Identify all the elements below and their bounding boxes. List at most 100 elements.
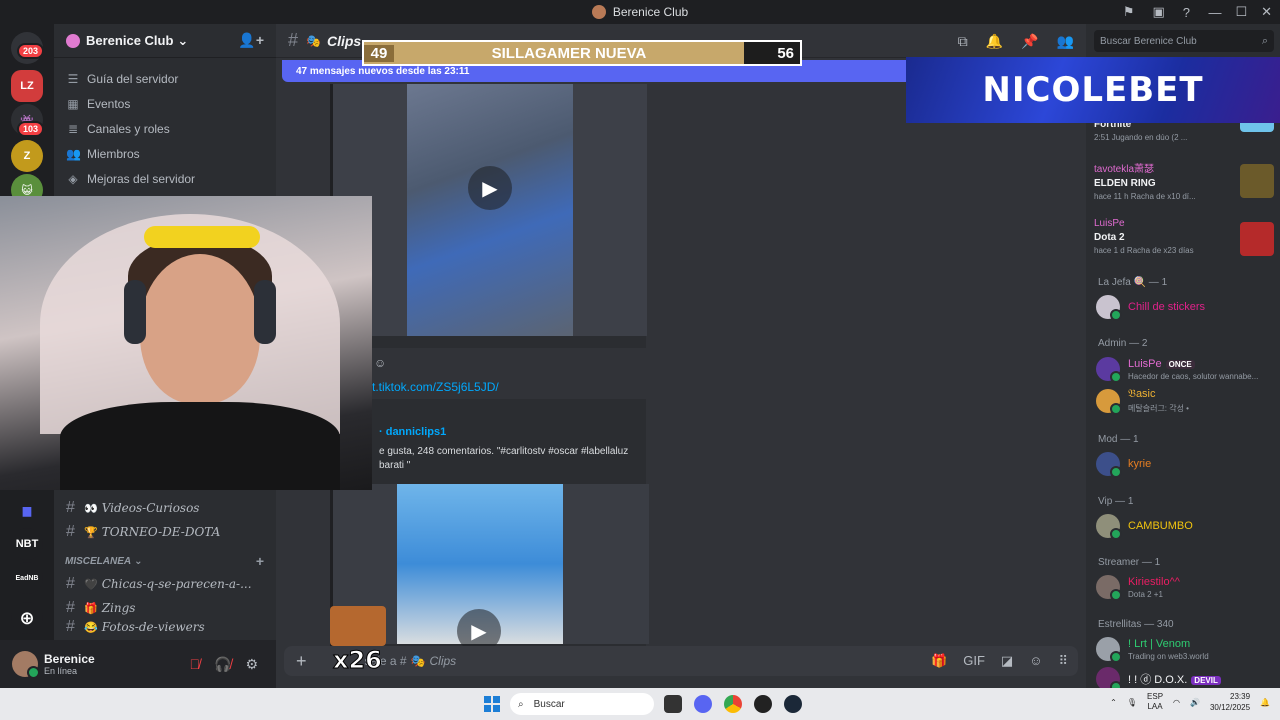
- taskbar: ⌕ Buscar ⌃ 🎙 ESP LAA ◠ 🔊 23:39 30/12/202…: [0, 688, 1280, 720]
- member-item[interactable]: Kiriestilo^^ Dota 2 +1: [1096, 572, 1274, 602]
- search-placeholder: Buscar Berenice Club: [1100, 35, 1197, 47]
- guild-nbt[interactable]: NBT: [11, 528, 43, 560]
- upload-icon[interactable]: +: [296, 651, 307, 672]
- server-header[interactable]: Berenice Club ⌄ 👤+: [54, 24, 276, 58]
- menu-boosts[interactable]: ◈ Mejoras del servidor: [54, 166, 276, 191]
- member-list-icon[interactable]: 👥: [1057, 33, 1074, 50]
- menu-members[interactable]: 👥 Miembros: [54, 141, 276, 166]
- member-status: 메탈슬러그: 각성 •: [1128, 404, 1189, 413]
- folder-icon[interactable]: ▆: [11, 494, 43, 526]
- tiktok-link[interactable]: t.tiktok.com/ZS5j6L5JD/: [372, 380, 499, 394]
- channel-name: Chicas-q-se-parecen-a-...: [101, 577, 252, 591]
- menu-events[interactable]: ▦ Eventos: [54, 91, 276, 116]
- video-blur-right: [573, 84, 647, 336]
- channel-chicas[interactable]: # 🖤 Chicas-q-se-parecen-a-...: [54, 572, 276, 596]
- embed-author[interactable]: · danniclips1: [379, 426, 446, 438]
- hash-icon: #: [66, 575, 75, 592]
- member-item[interactable]: CAMBUMBO: [1096, 511, 1274, 541]
- obs-app-icon[interactable]: [754, 695, 772, 713]
- channel-emoji: 😂: [84, 620, 98, 634]
- play-icon[interactable]: ▶: [468, 166, 512, 210]
- webcam-person-face: [140, 254, 260, 404]
- volume-icon[interactable]: 🔊: [1190, 698, 1200, 707]
- chevron-up-icon[interactable]: ⌃: [1110, 698, 1117, 707]
- channel-fotos-de-viewers[interactable]: # 😂 Fotos-de-viewers: [54, 620, 276, 634]
- avatar: [1096, 452, 1122, 478]
- channel-emoji: 🏆: [84, 525, 98, 539]
- headphones-icon: [254, 280, 276, 344]
- guild-icon[interactable]: LZ: [11, 70, 43, 102]
- member-name: Chill de stickers: [1128, 301, 1206, 313]
- chrome-app-icon[interactable]: [724, 695, 742, 713]
- wifi-icon[interactable]: ◠: [1173, 698, 1180, 707]
- embed-description: e gusta, 248 comentarios. "#carlitostv #…: [379, 446, 629, 471]
- add-channel-icon[interactable]: +: [256, 553, 264, 569]
- gear-icon[interactable]: ⚙: [245, 656, 258, 673]
- activity-card[interactable]: LuisPe Dota 2 hace 1 d Racha de x23 días: [1094, 218, 1274, 270]
- emoji-reaction-icon[interactable]: ☺: [374, 356, 386, 370]
- category-miscelanea[interactable]: MISCELANEA ⌄ +: [54, 550, 276, 572]
- maximize-button[interactable]: ☐: [1235, 4, 1247, 20]
- server-icon: [66, 33, 80, 48]
- member-item[interactable]: 𝔅asic 메탈슬러그: 각성 •: [1096, 386, 1274, 416]
- channel-name: Fotos-de-viewers: [101, 620, 205, 634]
- clock[interactable]: 23:39 30/12/2025: [1210, 691, 1250, 713]
- unread-badge: 103: [17, 121, 45, 137]
- activity-card[interactable]: tavotekla萧瑟 ELDEN RING hace 11 h Racha d…: [1094, 160, 1274, 212]
- channel-videos-curiosos[interactable]: # 👀 Videos-Curiosos: [54, 496, 276, 520]
- discord-app-icon[interactable]: [694, 695, 712, 713]
- emoji-icon[interactable]: ☺: [1029, 653, 1042, 669]
- screen-icon[interactable]: ▣: [1152, 4, 1164, 20]
- threads-icon[interactable]: ⧉: [958, 33, 968, 50]
- apps-icon[interactable]: ⠿: [1058, 653, 1068, 669]
- chat-area: # 🎭 Clips ⧉ 🔔 📌 👥 47 mensajes nuevos des…: [276, 24, 1086, 688]
- member-item[interactable]: LuisPe ONCE Hacedor de caos, solutor wann…: [1096, 354, 1274, 384]
- member-item[interactable]: ! ! ⓓ D.O.X. DEVIL: [1096, 664, 1274, 688]
- guild-icon[interactable]: Z: [11, 140, 43, 172]
- hash-icon: #: [66, 499, 75, 516]
- server-name: Berenice Club: [86, 33, 174, 48]
- language-indicator[interactable]: ESP LAA: [1147, 692, 1163, 712]
- avatar[interactable]: [12, 651, 40, 679]
- bell-icon[interactable]: 🔔: [986, 33, 1003, 50]
- pin-icon[interactable]: 📌: [1021, 33, 1038, 50]
- close-button[interactable]: ✕: [1261, 4, 1272, 20]
- member-item[interactable]: kyrie: [1096, 449, 1274, 479]
- inbox-icon[interactable]: ⚑: [1123, 4, 1135, 20]
- game-thumbnail: [1240, 164, 1274, 198]
- hash-icon: #: [66, 620, 75, 634]
- gif-icon[interactable]: GIF: [963, 653, 985, 669]
- help-icon[interactable]: ?: [1183, 5, 1190, 20]
- gift-icon[interactable]: 🎁: [931, 653, 947, 669]
- minimize-button[interactable]: —: [1208, 5, 1221, 20]
- role-group-title: Streamer — 1: [1098, 557, 1161, 568]
- guild-eadnb[interactable]: EadNB: [11, 562, 43, 594]
- channel-torneo-de-dota[interactable]: # 🏆 TORNEO-DE-DOTA: [54, 520, 276, 544]
- member-item[interactable]: ! Lrt | Venom Trading on web3.world: [1096, 634, 1274, 664]
- menu-server-guide[interactable]: ☰ Guía del servidor: [54, 66, 276, 91]
- sticker-icon[interactable]: ◪: [1001, 653, 1013, 669]
- user-panel: Berenice En línea 🎙̸ 🎧̸ ⚙: [0, 640, 276, 688]
- add-server-icon[interactable]: ⊕: [11, 602, 43, 634]
- avatar: [1096, 514, 1122, 540]
- message-composer[interactable]: + saje a # 🎭 Clips 🎁 GIF ◪ ☺ ⠿: [284, 646, 1078, 676]
- mic-muted-icon[interactable]: 🎙̸: [190, 656, 201, 673]
- category-label: MISCELANEA: [65, 555, 132, 567]
- taskbar-search-label: Buscar: [533, 698, 565, 710]
- taskbar-search[interactable]: ⌕ Buscar: [510, 693, 654, 715]
- video-thumbnail[interactable]: [407, 84, 573, 336]
- steam-app-icon[interactable]: [784, 695, 802, 713]
- headphones-muted-icon[interactable]: 🎧̸: [214, 656, 231, 673]
- mic-icon[interactable]: 🎙: [1127, 698, 1137, 707]
- channel-zings[interactable]: # 🎁 Zings: [54, 596, 276, 620]
- avatar: [1096, 637, 1122, 663]
- menu-channels-roles[interactable]: ≣ Canales y roles: [54, 116, 276, 141]
- menu-label: Eventos: [87, 96, 131, 111]
- windows-start-icon[interactable]: [484, 696, 500, 712]
- invite-icon[interactable]: 👤+: [238, 32, 264, 49]
- member-item[interactable]: Chill de stickers: [1096, 292, 1274, 322]
- files-app-icon[interactable]: [664, 695, 682, 713]
- members-icon: 👥: [66, 146, 81, 161]
- search-input[interactable]: Buscar Berenice Club ⌕: [1094, 30, 1274, 52]
- notification-icon[interactable]: 🔔: [1260, 698, 1270, 707]
